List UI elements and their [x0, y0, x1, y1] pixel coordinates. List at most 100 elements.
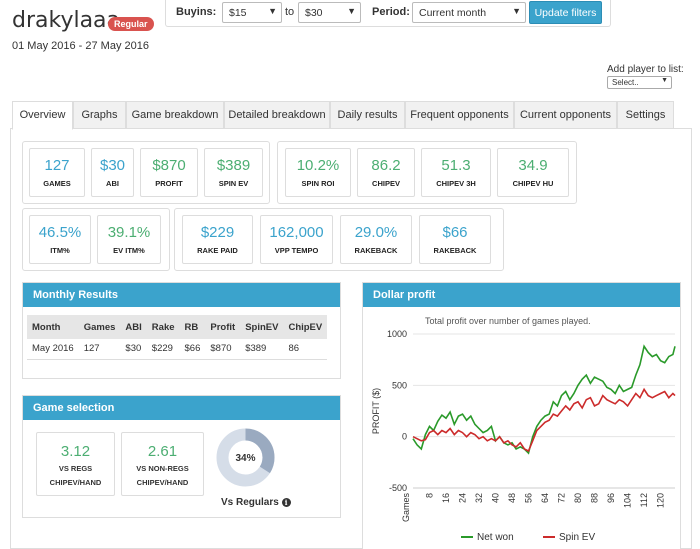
cell: $30: [120, 339, 147, 360]
x-tick-label: 64: [540, 493, 550, 503]
x-axis-label: Games: [401, 493, 411, 523]
buyin-to-value: $30: [305, 7, 323, 19]
tab-detailed-breakdown[interactable]: Detailed breakdown: [224, 101, 330, 129]
col-abi: ABI: [120, 315, 147, 339]
y-tick-label: 500: [392, 380, 407, 390]
stat-spin-roi: 10.2% SPIN ROI: [285, 148, 351, 197]
stat-vpp-tempo-label: VPP TEMPO: [274, 246, 319, 255]
x-tick-label: 56: [524, 493, 534, 503]
period-select[interactable]: Current month ▼: [412, 2, 526, 23]
buyin-from-select[interactable]: $15 ▼: [222, 2, 282, 23]
y-axis-label: PROFIT ($): [371, 388, 381, 434]
y-tick-label: 0: [402, 432, 407, 442]
stat-vpp-tempo-value: 162,000: [269, 224, 324, 241]
add-player-select-value: Select..: [612, 78, 639, 87]
buyins-label: Buyins:: [176, 6, 217, 18]
stat-rakeback-amount-value: $66: [442, 224, 468, 241]
username: drakylaaa: [12, 8, 121, 33]
x-tick-label: 96: [606, 493, 616, 503]
legend-label: Spin EV: [559, 532, 595, 543]
stat-vpp-tempo: 162,000 VPP TEMPO: [260, 215, 333, 264]
tab-current-opponents[interactable]: Current opponents: [514, 101, 617, 129]
vs-nonregs-value: 2.61: [147, 443, 178, 460]
cell: $870: [205, 339, 241, 360]
stat-rakeback-pct-label: RAKEBACK: [354, 246, 398, 255]
chevron-down-icon: ▼: [268, 6, 277, 16]
cell: $66: [179, 339, 206, 360]
add-player-label: Add player to list:: [607, 64, 684, 75]
stat-chipev-3h: 51.3 CHIPEV 3H: [421, 148, 491, 197]
vs-nonregs-sublabel: CHIPEV/HAND: [136, 478, 189, 487]
period-label: Period:: [372, 6, 410, 18]
x-tick-label: 16: [441, 493, 451, 503]
col-games: Games: [78, 315, 121, 339]
buyin-from-value: $15: [229, 7, 247, 19]
stat-chipev-label: CHIPEV: [372, 179, 400, 188]
tab-overview[interactable]: Overview: [12, 101, 73, 130]
to-label: to: [285, 6, 295, 18]
x-tick-label: 48: [507, 493, 517, 503]
stat-chipev-3h-value: 51.3: [441, 157, 471, 174]
stat-profit: $870 PROFIT: [140, 148, 198, 197]
stat-chipev-value: 86.2: [371, 157, 401, 174]
stat-itm-label: ITM%: [50, 246, 70, 255]
vs-regs-sublabel: CHIPEV/HAND: [49, 478, 102, 487]
vs-regulars-label: Vs Regulars: [221, 497, 279, 508]
x-tick-label: 112: [639, 493, 649, 507]
tab-graphs[interactable]: Graphs: [73, 101, 126, 129]
stat-rakeback-pct: 29.0% RAKEBACK: [340, 215, 412, 264]
stat-spin-roi-value: 10.2%: [296, 157, 340, 174]
stat-profit-label: PROFIT: [155, 179, 183, 188]
stat-spin-roi-label: SPIN ROI: [301, 179, 335, 188]
stat-games-value: 127: [44, 157, 70, 174]
x-tick-label: 24: [458, 493, 468, 503]
chevron-down-icon: ▼: [512, 6, 521, 16]
cell: $389: [240, 339, 284, 360]
tab-daily-results[interactable]: Daily results: [330, 101, 405, 129]
update-filters-button[interactable]: Update filters: [529, 1, 602, 24]
game-selection-title: Game selection: [23, 396, 340, 420]
stat-itm: 46.5% ITM%: [29, 215, 91, 264]
cell: $229: [146, 339, 180, 360]
stat-spin-ev-value: $389: [216, 157, 251, 174]
stat-rakeback-amount-label: RAKEBACK: [433, 246, 477, 255]
dollar-profit-title: Dollar profit: [363, 283, 680, 307]
stat-itm-value: 46.5%: [38, 224, 82, 241]
stat-ev-itm-label: EV ITM%: [113, 246, 145, 255]
stat-rakeback-pct-value: 29.0%: [354, 224, 398, 241]
tab-settings[interactable]: Settings: [617, 101, 674, 129]
x-tick-label: 72: [557, 493, 567, 503]
stat-rakeback-amount: $66 RAKEBACK: [419, 215, 491, 264]
stat-chipev-hu-label: CHIPEV HU: [512, 179, 554, 188]
stat-chipev-3h-label: CHIPEV 3H: [436, 179, 476, 188]
x-tick-label: 80: [573, 493, 583, 503]
table-header-row: Month Games ABI Rake RB Profit SpinEV Ch…: [27, 315, 328, 339]
stat-games: 127 GAMES: [29, 148, 85, 197]
chart-subtitle: Total profit over number of games played…: [425, 316, 591, 326]
buyin-to-select[interactable]: $30 ▼: [298, 2, 361, 23]
tab-game-breakdown[interactable]: Game breakdown: [126, 101, 224, 129]
x-tick-label: 104: [623, 493, 633, 508]
stat-abi-label: ABI: [106, 179, 119, 188]
monthly-results-panel: Monthly Results Month Games ABI Rake RB …: [22, 282, 341, 379]
period-value: Current month: [419, 7, 487, 19]
add-player-select[interactable]: Select.. ▼: [607, 76, 672, 89]
col-spinev: SpinEV: [240, 315, 284, 339]
x-tick-label: 120: [656, 493, 666, 508]
col-chipev: ChipEV: [283, 315, 328, 339]
regular-badge: Regular: [108, 17, 154, 31]
table-row: May 2016 127 $30 $229 $66 $870 $389 86: [27, 339, 328, 360]
dollar-profit-chart: -500 0 500 1000 PROFIT ($) Games 8 16 24 32 40 48 56…: [371, 329, 676, 543]
vs-regulars-label-wrap: Vs Regulars i: [221, 497, 291, 508]
col-rb: RB: [179, 315, 206, 339]
x-tick-label: 88: [590, 493, 600, 503]
cell: 86: [283, 339, 328, 360]
x-tick-label: 40: [491, 493, 501, 503]
stat-ev-itm: 39.1% EV ITM%: [97, 215, 161, 264]
stat-rake-paid: $229 RAKE PAID: [182, 215, 253, 264]
chevron-down-icon: ▼: [661, 77, 668, 84]
info-circle-icon[interactable]: i: [281, 497, 291, 507]
chevron-down-icon: ▼: [347, 6, 356, 16]
stat-rake-paid-value: $229: [200, 224, 235, 241]
tab-frequent-opponents[interactable]: Frequent opponents: [405, 101, 514, 129]
